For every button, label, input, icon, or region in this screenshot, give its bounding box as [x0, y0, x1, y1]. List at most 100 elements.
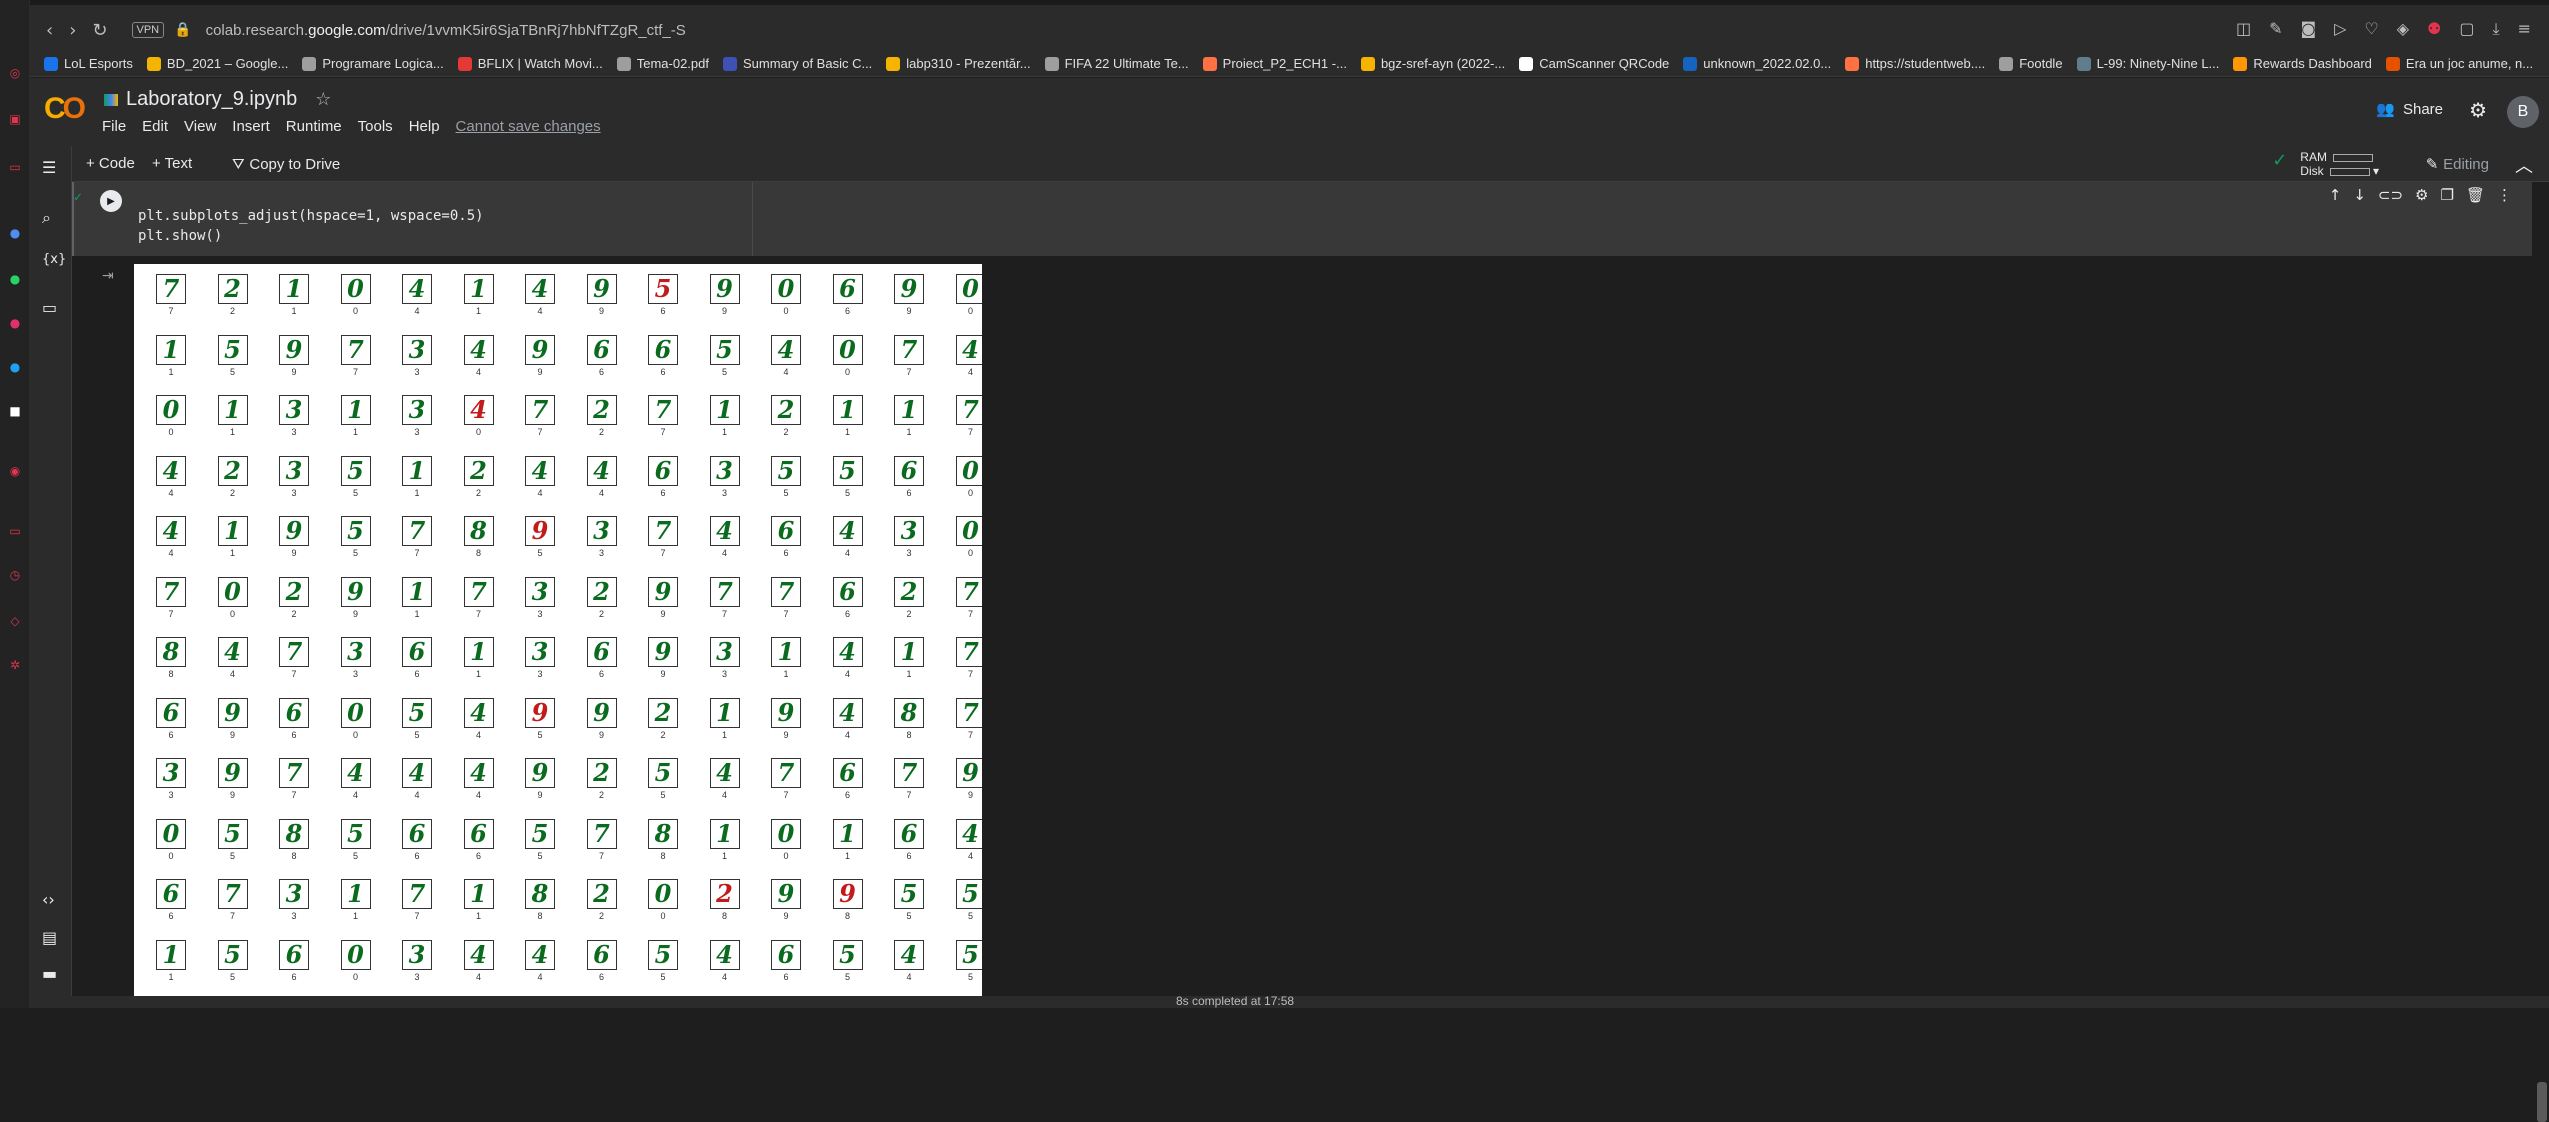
code-snippets-icon[interactable]: ‹›	[42, 890, 55, 909]
resources-indicator[interactable]: ✓ RAM Disk ▾	[2272, 150, 2379, 178]
add-text-button[interactable]: + Text	[152, 155, 192, 172]
folder-icon[interactable]: ▭	[42, 298, 57, 317]
menu-item-tools[interactable]: Tools	[358, 118, 393, 135]
menu-item-edit[interactable]: Edit	[142, 118, 168, 135]
cube-icon[interactable]: ◇	[6, 612, 24, 630]
instagram-icon[interactable]: ●	[6, 314, 24, 332]
bookmark-item[interactable]: unknown_2022.02.0...	[1683, 56, 1831, 71]
mirror-icon[interactable]: ❐	[2441, 186, 2454, 204]
download-icon[interactable]: ⤓	[2493, 19, 2500, 39]
bookmark-item[interactable]: Tema-02.pdf	[616, 56, 709, 71]
digit-label: 2	[229, 487, 235, 498]
search-icon[interactable]: ⌕	[42, 208, 51, 228]
cell-settings-icon[interactable]: ⚙	[2415, 186, 2428, 204]
camera-icon[interactable]: ◙	[2301, 19, 2317, 39]
digit-image: 4	[463, 334, 494, 365]
bookmark-item[interactable]: FIFA 22 Ultimate Te...	[1044, 56, 1189, 71]
collapse-icon[interactable]: ︿	[2515, 152, 2533, 178]
gear-icon[interactable]: ⚙	[2469, 98, 2487, 122]
back-icon[interactable]: ‹	[46, 20, 53, 41]
settings-icon[interactable]: ✲	[6, 656, 24, 674]
command-palette-icon[interactable]: ▤	[42, 928, 57, 947]
dropdown-icon[interactable]: ▾	[2373, 164, 2379, 178]
move-down-icon[interactable]: ↓	[2353, 186, 2366, 204]
cannot-save-link[interactable]: Cannot save changes	[456, 118, 601, 135]
menu-icon[interactable]: ≡	[2518, 19, 2531, 39]
bookmark-item[interactable]: bgz-sref-ayn (2022-...	[1360, 56, 1505, 71]
bookmark-item[interactable]: Era un joc anume, n...	[2385, 56, 2533, 71]
digit-label: 5	[352, 548, 358, 558]
notebook-title[interactable]: Laboratory_9.ipynb	[126, 88, 297, 111]
clock-icon[interactable]: ◷	[6, 566, 24, 584]
bookmark-item[interactable]: https://studentweb....	[1845, 56, 1985, 71]
extensions-icon[interactable]: ◈	[2397, 19, 2409, 39]
speed-dial-icon[interactable]: ◎	[6, 64, 24, 82]
scrollbar[interactable]	[2537, 1082, 2547, 1122]
menu-item-insert[interactable]: Insert	[232, 118, 270, 135]
output-icon[interactable]: ⇥	[102, 268, 114, 284]
share-button[interactable]: 👥 Share	[2376, 100, 2443, 118]
play-icon[interactable]: ▷	[2334, 19, 2346, 39]
digit-label: 1	[783, 669, 789, 679]
bookmark-item[interactable]: L-99: Ninety-Nine L...	[2076, 56, 2219, 71]
editing-button[interactable]: ✎ Editing	[2426, 155, 2489, 173]
menu-item-view[interactable]: View	[184, 118, 216, 135]
menu-item-file[interactable]: File	[102, 118, 126, 135]
menu-item-runtime[interactable]: Runtime	[286, 118, 342, 135]
profile-icon[interactable]: ⚉	[2427, 19, 2441, 39]
copy-to-drive-button[interactable]: ⛛ Copy to Drive	[232, 155, 340, 173]
digit-label: 9	[229, 729, 235, 740]
bookmark-item[interactable]: LoL Esports	[44, 56, 133, 71]
messenger-icon[interactable]: ●	[6, 224, 24, 242]
chat-icon[interactable]: ▭	[6, 522, 24, 540]
discord-icon[interactable]: ■	[6, 402, 24, 420]
reader-icon[interactable]: ◫	[2236, 19, 2251, 39]
star-icon[interactable]: ☆	[315, 89, 331, 110]
bookmark-favicon-icon	[886, 56, 901, 71]
digit-label: 9	[783, 911, 789, 921]
avatar[interactable]: B	[2507, 96, 2539, 128]
bookmark-favicon-icon	[44, 56, 58, 71]
run-cell-button[interactable]: ▶	[100, 190, 122, 212]
heart-icon[interactable]: ♡	[2364, 19, 2378, 39]
digit-image: 1	[340, 879, 371, 909]
wallet-icon[interactable]: ▢	[2459, 19, 2474, 39]
bookmark-item[interactable]: CamScanner QRCode	[1519, 56, 1669, 71]
toc-icon[interactable]: ☰	[42, 158, 56, 177]
twitter-icon[interactable]: ●	[6, 358, 24, 376]
link-icon[interactable]: ⊂⊃	[2378, 186, 2403, 204]
digit-image: 1	[709, 395, 740, 425]
bookmark-item[interactable]: Programare Logica...	[302, 56, 444, 71]
bookmark-item[interactable]: Footdle	[1999, 56, 2063, 71]
digit-label: 9	[352, 608, 358, 619]
terminal-icon[interactable]: ▬	[42, 964, 57, 983]
forward-icon[interactable]: ›	[69, 20, 76, 41]
bag-icon[interactable]: ▣	[6, 110, 24, 128]
record-icon[interactable]: ◉	[6, 462, 24, 480]
move-up-icon[interactable]: ↑	[2329, 186, 2342, 204]
bookmark-item[interactable]: Rewards Dashboard	[2233, 56, 2372, 71]
menu-item-help[interactable]: Help	[409, 118, 440, 135]
bookmark-item[interactable]: Summary of Basic C...	[722, 56, 872, 71]
bookmark-item[interactable]: BFLIX | Watch Movi...	[457, 56, 603, 71]
whatsapp-icon[interactable]: ●	[6, 270, 24, 288]
vpn-badge[interactable]: VPN	[131, 22, 165, 38]
digit-image: 2	[709, 879, 740, 909]
bookmark-item[interactable]: labp310 - Prezentăr...	[886, 56, 1031, 71]
tv-icon[interactable]: ▭	[6, 158, 24, 176]
bookmark-item[interactable]: BD_2021 – Google...	[146, 56, 288, 71]
variables-icon[interactable]: {x}	[42, 252, 66, 267]
edit-icon[interactable]: ✎	[2269, 19, 2282, 39]
url-field[interactable]: colab.research.google.com/drive/1vvmK5ir…	[206, 22, 686, 39]
colab-logo[interactable]: CO	[44, 92, 86, 126]
lock-icon[interactable]: 🔒	[174, 22, 191, 38]
digit-label: 4	[721, 971, 727, 982]
add-code-button[interactable]: + Code	[86, 155, 135, 172]
delete-icon[interactable]: 🗑	[2466, 186, 2485, 204]
code-editor[interactable]: plt.subplots_adjust(hspace=1, wspace=0.5…	[138, 206, 484, 246]
more-icon[interactable]: ⋮	[2497, 186, 2512, 204]
digit-image: 6	[279, 697, 309, 728]
bookmark-item[interactable]: Proiect_P2_ECH1 -...	[1202, 56, 1347, 71]
code-cell[interactable]: ✓ ▶ plt.subplots_adjust(hspace=1, wspace…	[72, 182, 2532, 256]
reload-icon[interactable]: ↻	[92, 20, 107, 41]
